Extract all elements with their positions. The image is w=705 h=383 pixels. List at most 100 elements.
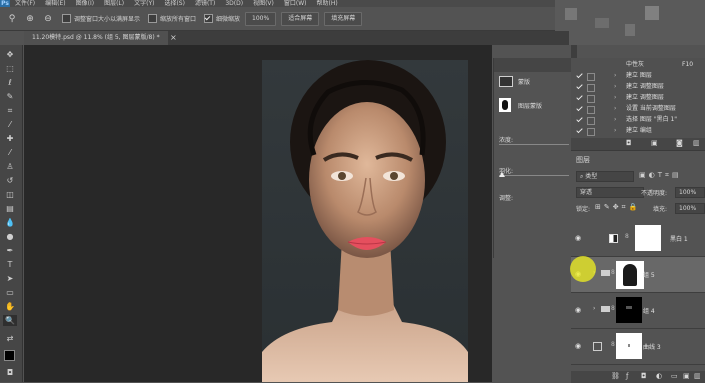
lock-icons[interactable]: ⊞✎✥⌗🔒 — [595, 203, 640, 212]
trash-icon[interactable]: ▥ — [693, 139, 700, 147]
blend-mode-select[interactable]: 穿透 — [576, 187, 644, 198]
zoom-all-option[interactable]: 缩放所有窗口 — [148, 14, 196, 23]
type-tool-icon[interactable]: T — [3, 259, 17, 270]
foreground-color-swatch[interactable] — [4, 350, 15, 361]
new-document-icon[interactable]: ▣ — [651, 139, 658, 147]
history-brush-tool-icon[interactable]: ↺ — [3, 175, 17, 186]
fill-input[interactable]: 100% — [675, 203, 705, 214]
feather-slider-handle[interactable] — [499, 172, 505, 177]
filter-kind-select[interactable]: ⌕ 类型 — [576, 171, 634, 182]
fx-icon[interactable]: ƒ — [626, 372, 628, 380]
path-selection-tool-icon[interactable]: ➤ — [3, 273, 17, 284]
layer-mask-thumbnail[interactable] — [616, 261, 644, 289]
lock-label: 锁定: — [576, 206, 591, 213]
healing-brush-tool-icon[interactable]: ✚ — [3, 133, 17, 144]
layers-panel-title: 图层 — [576, 156, 590, 164]
move-tool-icon[interactable]: ✥ — [3, 49, 17, 60]
zoom-out-icon[interactable]: ⊖ — [42, 13, 54, 25]
visibility-icon[interactable]: ◉ — [575, 307, 583, 314]
mask-tab-label[interactable]: 蒙版 — [518, 77, 530, 86]
zoom-100-button[interactable]: 100% — [245, 11, 277, 26]
rectangle-tool-icon[interactable]: ▭ — [3, 287, 17, 298]
mask-link-icon[interactable]: 8 — [611, 305, 615, 312]
visibility-icon[interactable]: ◉ — [575, 343, 583, 350]
pen-tool-icon[interactable]: ✒ — [3, 245, 17, 256]
history-item[interactable]: › 建立 图层 — [571, 71, 705, 81]
fill-screen-button[interactable]: 填充屏幕 — [324, 11, 363, 26]
menu-file[interactable]: 文件(F) — [10, 0, 40, 7]
history-item[interactable]: › 建立 调整图层 — [571, 82, 705, 92]
marquee-tool-icon[interactable]: ⬚ — [3, 63, 17, 74]
camera-icon[interactable]: ◙ — [676, 139, 683, 147]
layer-mask-thumb[interactable] — [499, 98, 511, 112]
scrubby-zoom-option[interactable]: 细微缩放 — [204, 14, 240, 23]
crop-tool-icon[interactable]: ⌗ — [3, 105, 17, 116]
layer-mask-thumbnail[interactable] — [616, 297, 642, 323]
dodge-tool-icon[interactable]: ● — [3, 231, 17, 242]
menu-help[interactable]: 帮助(H) — [312, 0, 343, 7]
opacity-input[interactable]: 100% — [675, 187, 705, 198]
layer-mask-thumbnail[interactable] — [616, 333, 642, 359]
quick-mask-icon[interactable]: ◘ — [3, 367, 17, 378]
menu-window[interactable]: 窗口(W) — [279, 0, 312, 7]
hand-tool-icon[interactable]: ✋ — [3, 301, 17, 312]
adjustment-icon[interactable]: ◐ — [656, 372, 662, 380]
history-item[interactable]: › 选择 图层 "黑白 1" — [571, 115, 705, 125]
menu-filter[interactable]: 滤镜(T) — [190, 0, 220, 7]
menu-3d[interactable]: 3D(D) — [220, 0, 248, 7]
menu-select[interactable]: 选择(S) — [159, 0, 190, 7]
layer-row[interactable]: ◉ › 8 组 4 — [571, 293, 705, 329]
brush-tool-icon[interactable]: ⁄ — [3, 147, 17, 158]
resize-windows-option[interactable]: 调整窗口大小以满屏显示 — [62, 14, 140, 23]
clone-stamp-tool-icon[interactable]: ♙ — [3, 161, 17, 172]
blur-tool-icon[interactable]: 💧 — [3, 217, 17, 228]
mask-link-icon[interactable]: 8 — [625, 233, 629, 240]
history-item[interactable]: › 设置 当前调整图层 — [571, 104, 705, 114]
new-group-icon[interactable]: ▭ — [671, 372, 678, 380]
swap-colors-icon[interactable]: ⇄ — [3, 333, 17, 344]
zoom-all-checkbox[interactable] — [148, 14, 158, 23]
layer-row[interactable]: ◉ 8 黑白 1 — [571, 221, 705, 257]
add-mask-icon[interactable]: ◘ — [641, 372, 647, 380]
layer-row[interactable]: ◉ 8 曲线 3 — [571, 329, 705, 365]
feather-slider[interactable] — [499, 175, 569, 176]
menu-type[interactable]: 文字(Y) — [129, 0, 159, 7]
zoom-in-icon[interactable]: ⊕ — [24, 13, 36, 25]
expand-arrow-icon[interactable]: › — [593, 305, 595, 312]
mask-tab-icon[interactable] — [499, 76, 513, 87]
history-item[interactable]: › 建立 调整图层 — [571, 93, 705, 103]
history-item[interactable]: › 建立 编组 — [571, 126, 705, 136]
quick-select-tool-icon[interactable]: ✎ — [3, 91, 17, 102]
menu-edit[interactable]: 编辑(E) — [40, 0, 70, 7]
menu-layer[interactable]: 图层(L) — [99, 0, 129, 7]
snapshot-icon[interactable]: ◘ — [626, 139, 632, 147]
menu-view[interactable]: 视图(V) — [248, 0, 279, 7]
scrubby-zoom-checkbox[interactable] — [204, 14, 214, 23]
mask-link-icon[interactable]: 8 — [611, 341, 615, 348]
filter-icons[interactable]: ▣◐T⌗▤ — [639, 171, 682, 180]
mask-link-icon[interactable]: 8 — [611, 269, 615, 276]
history-top-label: 中性灰 — [626, 61, 645, 68]
layer-name: 曲线 3 — [643, 344, 661, 351]
history-top-row[interactable]: 中性灰 F10 — [571, 60, 705, 70]
document-tab[interactable]: 11.20模特.psd @ 11.8% (组 5, 图层蒙版/8) * — [24, 31, 168, 45]
density-slider[interactable] — [499, 144, 569, 145]
resize-windows-checkbox[interactable] — [62, 14, 71, 23]
trash-icon[interactable]: ▥ — [694, 372, 701, 380]
lasso-tool-icon[interactable]: ℓ — [3, 77, 17, 88]
history-panel: 中性灰 F10 › 建立 图层 › 建立 调整图层 › 建立 调整图层 › 设置 当前调… — [571, 58, 705, 150]
visibility-icon[interactable]: ◉ — [575, 235, 583, 242]
zoom-tool-preset-icon[interactable]: ⚲ — [6, 13, 18, 25]
fit-screen-button[interactable]: 适合屏幕 — [281, 11, 320, 26]
close-tab-icon[interactable]: × — [170, 33, 177, 42]
zoom-tool-icon[interactable]: 🔍 — [3, 315, 17, 326]
eyedropper-tool-icon[interactable]: ⁄ — [3, 119, 17, 130]
menu-image[interactable]: 图像(I) — [71, 0, 99, 7]
gradient-tool-icon[interactable]: ▤ — [3, 203, 17, 214]
layer-mask-thumbnail[interactable] — [635, 225, 661, 251]
new-layer-icon[interactable]: ▣ — [683, 372, 690, 380]
eraser-tool-icon[interactable]: ◫ — [3, 189, 17, 200]
link-layers-icon[interactable]: ⛓ — [611, 372, 620, 380]
portrait-image[interactable] — [262, 60, 468, 382]
resize-windows-label: 调整窗口大小以满屏显示 — [74, 16, 141, 23]
